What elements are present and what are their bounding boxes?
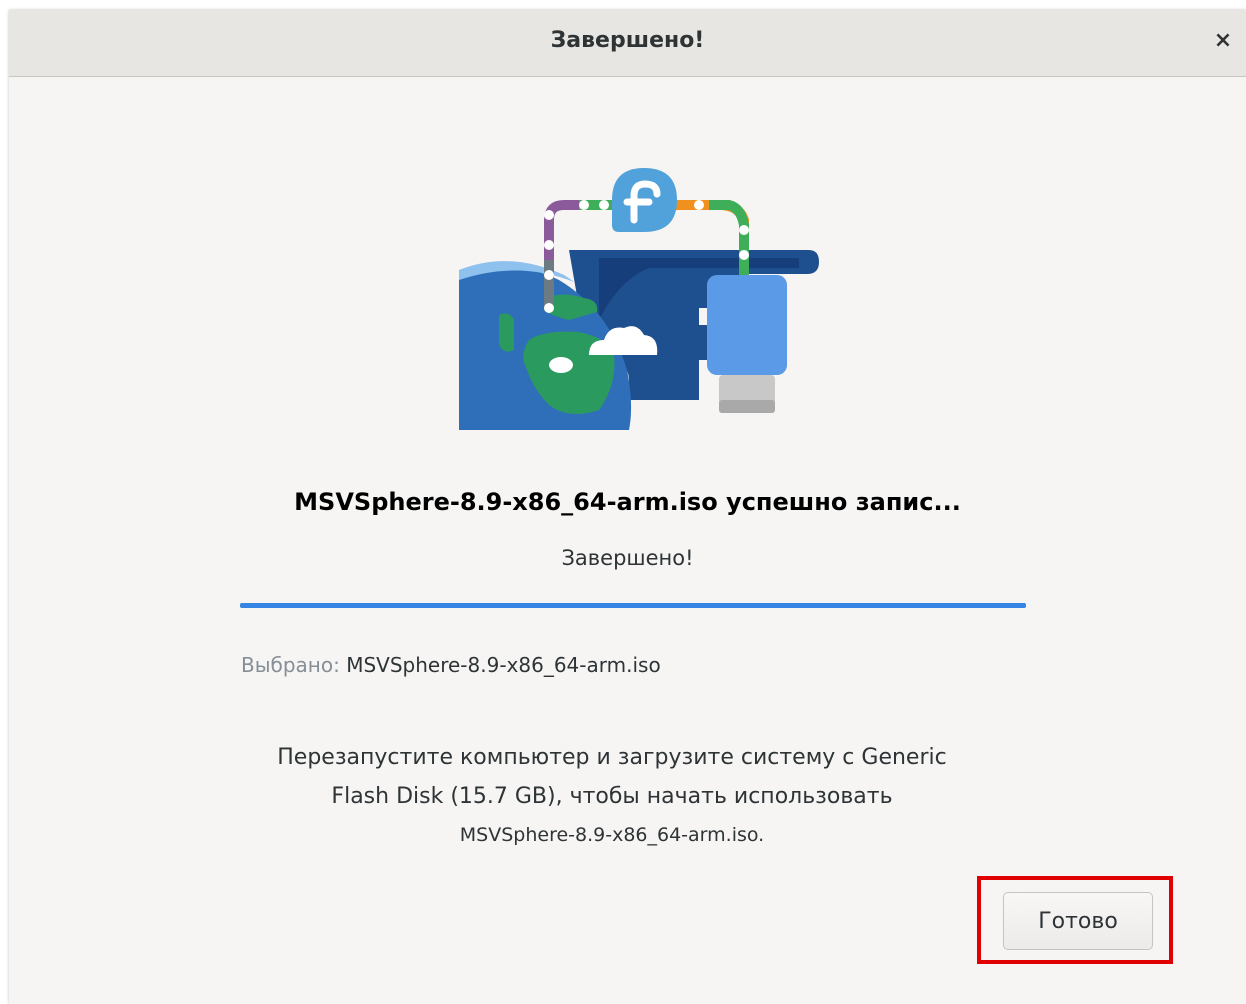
instructions-line-1: Перезапустите компьютер и загрузите сист…	[277, 745, 947, 770]
dialog-window: Завершено! × MSVSphere-8.9-x86_64-arm.is…	[9, 10, 1246, 1004]
progress-bar-fill	[240, 603, 1026, 608]
result-headline: MSVSphere-8.9-x86_64-arm.iso успешно зап…	[294, 488, 961, 516]
close-icon[interactable]: ×	[1206, 24, 1240, 58]
fedora-media-writer-illustration-icon	[459, 168, 819, 430]
selected-file-label: Выбрано:	[241, 653, 340, 677]
selected-file-value: MSVSphere-8.9-x86_64-arm.iso	[346, 653, 661, 677]
instructions-line-3: MSVSphere-8.9-x86_64-arm.iso.	[459, 824, 765, 846]
instructions-line-2: Flash Disk (15.7 GB), чтобы начать испол…	[331, 784, 893, 809]
status-text: Завершено!	[561, 546, 694, 570]
window-title: Завершено!	[550, 28, 705, 53]
selected-file: Выбрано: MSVSphere-8.9-x86_64-arm.iso	[241, 653, 661, 677]
title-bar: Завершено! ×	[9, 10, 1246, 77]
progress-bar	[240, 603, 1026, 608]
done-button[interactable]: Готово	[1003, 892, 1153, 950]
instructions-text: Перезапустите компьютер и загрузите сист…	[209, 738, 1015, 855]
